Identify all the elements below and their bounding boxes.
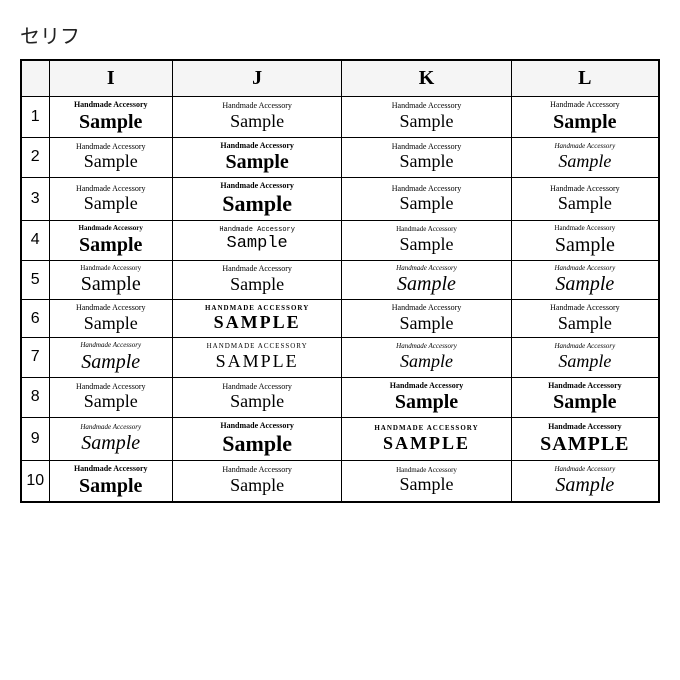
- cell-8-j: Handmade Accessory Sample: [172, 377, 341, 418]
- row-num-7: 7: [21, 338, 49, 377]
- table-row: 3 Handmade Accessory Sample Handmade Acc…: [21, 178, 659, 221]
- cell-6-j: Handmade Accessory Sample: [172, 299, 341, 337]
- cell-10-j: Handmade Accessory Sample: [172, 461, 341, 502]
- cell-5-i: Handmade Accessory Sample: [49, 260, 172, 299]
- cell-4-i: Handmade Accessory Sample: [49, 221, 172, 260]
- cell-4-l: Handmade Accessory Sample: [511, 221, 659, 260]
- table-row: 9 Handmade Accessory Sample Handmade Acc…: [21, 418, 659, 461]
- table-row: 7 Handmade Accessory Sample Handmade Acc…: [21, 338, 659, 377]
- cell-5-l: Handmade Accessory Sample: [511, 260, 659, 299]
- cell-6-i: Handmade Accessory Sample: [49, 299, 172, 337]
- cell-5-k: Handmade Accessory Sample: [342, 260, 511, 299]
- table-row: 10 Handmade Accessory Sample Handmade Ac…: [21, 461, 659, 502]
- row-num-9: 9: [21, 418, 49, 461]
- cell-5-j: Handmade Accessory Sample: [172, 260, 341, 299]
- row-num-8: 8: [21, 377, 49, 418]
- row-num-1: 1: [21, 97, 49, 138]
- cell-10-k: Handmade Accessory Sample: [342, 461, 511, 502]
- cell-8-k: Handmade Accessory Sample: [342, 377, 511, 418]
- header-i: I: [49, 60, 172, 97]
- row-num-6: 6: [21, 299, 49, 337]
- table-row: 5 Handmade Accessory Sample Handmade Acc…: [21, 260, 659, 299]
- cell-9-l: Handmade Accessory Sample: [511, 418, 659, 461]
- cell-2-j: Handmade Accessory Sample: [172, 137, 341, 178]
- table-row: 4 Handmade Accessory Sample Handmade Acc…: [21, 221, 659, 260]
- cell-1-k: Handmade Accessory Sample: [342, 97, 511, 138]
- row-num-10: 10: [21, 461, 49, 502]
- row-num-5: 5: [21, 260, 49, 299]
- cell-3-i: Handmade Accessory Sample: [49, 178, 172, 221]
- cell-1-j: Handmade Accessory Sample: [172, 97, 341, 138]
- cell-2-i: Handmade Accessory Sample: [49, 137, 172, 178]
- font-sample-table: I J K L 1 Handmade Accessory Sample Hand…: [20, 59, 660, 503]
- cell-8-l: Handmade Accessory Sample: [511, 377, 659, 418]
- cell-10-i: Handmade Accessory Sample: [49, 461, 172, 502]
- cell-7-l: Handmade Accessory Sample: [511, 338, 659, 377]
- row-num-2: 2: [21, 137, 49, 178]
- cell-3-j: Handmade Accessory Sample: [172, 178, 341, 221]
- cell-8-i: Handmade Accessory Sample: [49, 377, 172, 418]
- cell-2-l: Handmade Accessory Sample: [511, 137, 659, 178]
- table-row: 8 Handmade Accessory Sample Handmade Acc…: [21, 377, 659, 418]
- row-num-4: 4: [21, 221, 49, 260]
- header-empty: [21, 60, 49, 97]
- table-row: 1 Handmade Accessory Sample Handmade Acc…: [21, 97, 659, 138]
- table-row: 6 Handmade Accessory Sample Handmade Acc…: [21, 299, 659, 337]
- cell-6-k: Handmade Accessory Sample: [342, 299, 511, 337]
- cell-1-i: Handmade Accessory Sample: [49, 97, 172, 138]
- cell-4-k: Handmade Accessory Sample: [342, 221, 511, 260]
- header-l: L: [511, 60, 659, 97]
- table-row: 2 Handmade Accessory Sample Handmade Acc…: [21, 137, 659, 178]
- cell-3-k: Handmade Accessory Sample: [342, 178, 511, 221]
- cell-7-i: Handmade Accessory Sample: [49, 338, 172, 377]
- cell-4-j: Handmade Accessory Sample: [172, 221, 341, 260]
- cell-10-l: Handmade Accessory Sample: [511, 461, 659, 502]
- cell-9-j: Handmade Accessory Sample: [172, 418, 341, 461]
- cell-1-l: Handmade Accessory Sample: [511, 97, 659, 138]
- header-j: J: [172, 60, 341, 97]
- cell-9-i: Handmade Accessory Sample: [49, 418, 172, 461]
- cell-7-k: Handmade Accessory Sample: [342, 338, 511, 377]
- cell-9-k: Handmade Accessory Sample: [342, 418, 511, 461]
- page-title: セリフ: [20, 20, 660, 49]
- header-k: K: [342, 60, 511, 97]
- cell-6-l: Handmade Accessory Sample: [511, 299, 659, 337]
- cell-2-k: Handmade Accessory Sample: [342, 137, 511, 178]
- cell-7-j: Handmade Accessory Sample: [172, 338, 341, 377]
- cell-3-l: Handmade Accessory Sample: [511, 178, 659, 221]
- row-num-3: 3: [21, 178, 49, 221]
